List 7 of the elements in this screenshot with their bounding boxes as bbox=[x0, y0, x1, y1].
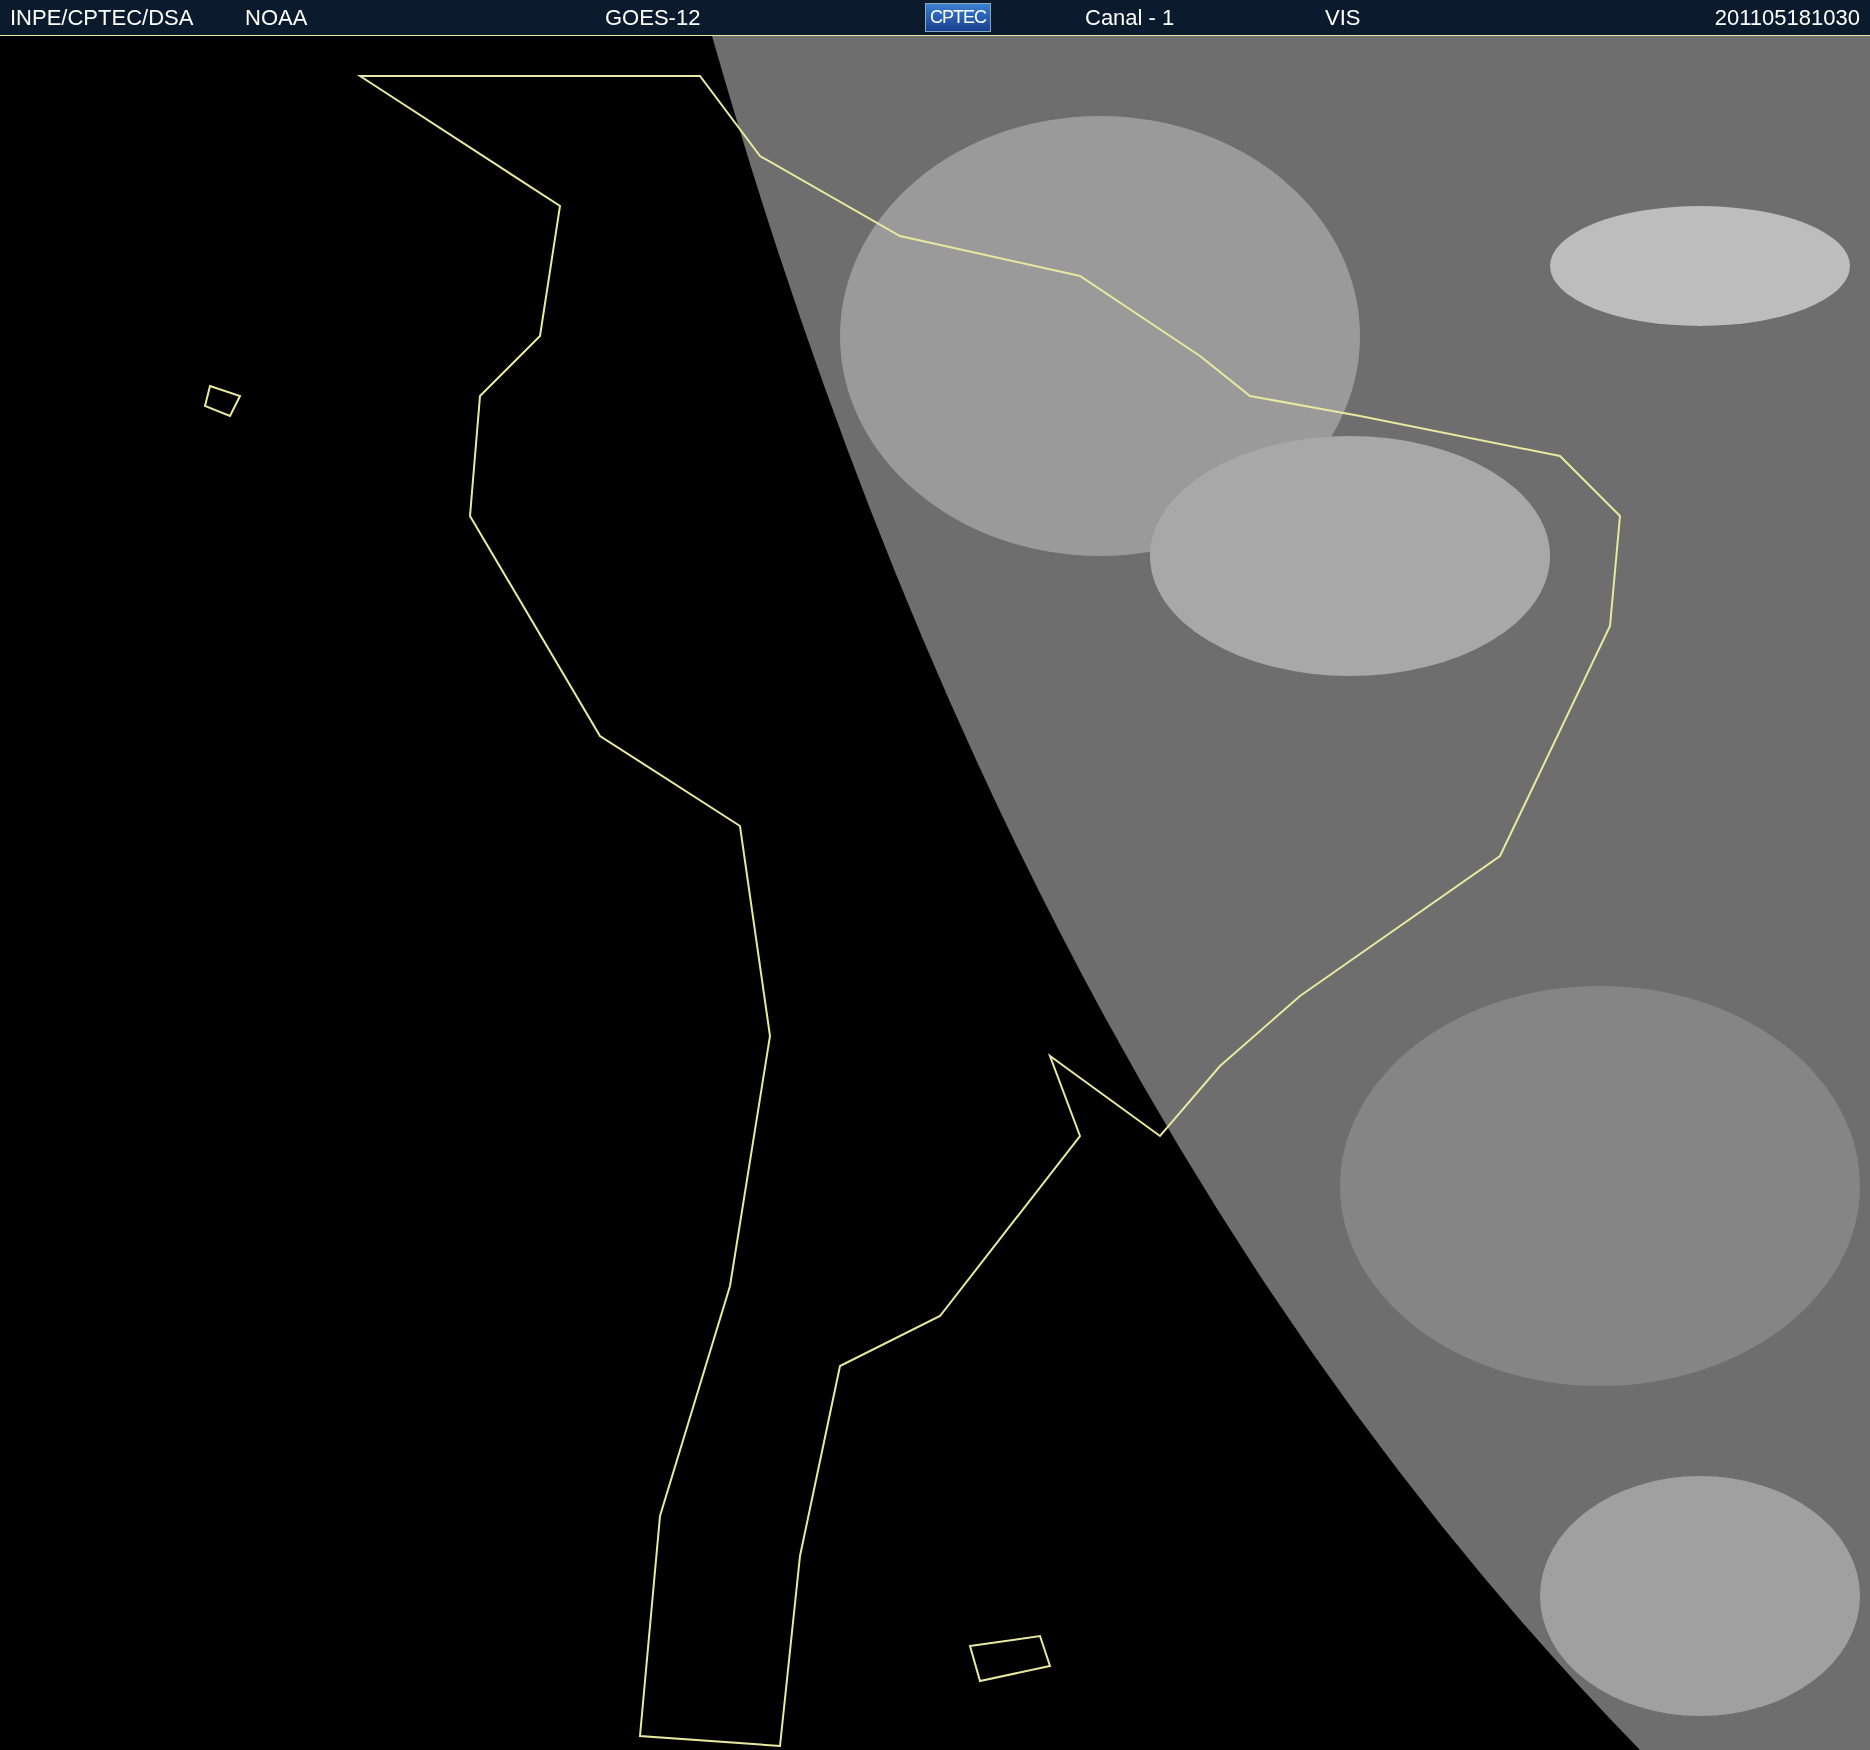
header-text: GOES-12 bbox=[605, 4, 701, 31]
header-text: Canal - 1 bbox=[1085, 4, 1175, 31]
logo: CPTEC bbox=[925, 3, 991, 32]
header-text: NOAA bbox=[245, 4, 308, 31]
header-text: INPE/CPTEC/DSA bbox=[10, 4, 194, 31]
header-text: VIS bbox=[1325, 4, 1361, 31]
header-text: 201105181030 bbox=[1714, 4, 1860, 31]
